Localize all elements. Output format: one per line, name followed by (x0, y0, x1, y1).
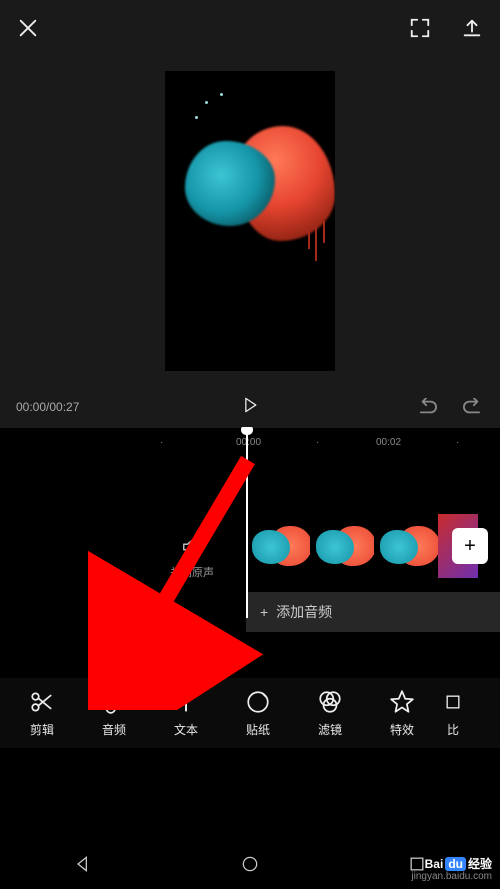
circle-home-icon (240, 854, 260, 874)
tool-label: 音频 (102, 721, 126, 738)
fullscreen-button[interactable] (408, 16, 432, 40)
redo-button[interactable] (460, 395, 484, 419)
watermark: Baidu经验 jingyan.baidu.com (411, 857, 492, 883)
star-icon (389, 689, 415, 715)
upload-icon (461, 17, 483, 39)
add-audio-label: 添加音频 (276, 602, 332, 622)
tool-effects[interactable]: 特效 (366, 689, 438, 738)
mute-label: 关闭原声 (170, 564, 214, 580)
tool-bar: 剪辑 音频 文本 (0, 678, 500, 748)
filter-icon (317, 689, 343, 715)
undo-button[interactable] (416, 395, 440, 419)
playback-bar: 00:00/00:27 (0, 386, 500, 428)
tool-filter[interactable]: 滤镜 (294, 689, 366, 738)
tool-audio[interactable]: 音频 (78, 689, 150, 738)
tool-edit[interactable]: 剪辑 (6, 689, 78, 738)
plus-icon: + (260, 604, 268, 620)
clip-thumb (246, 514, 310, 578)
timeline-area[interactable]: · 00:00 · 00:02 · 关闭原声 + + 添加音频 (0, 428, 500, 748)
preview-frame[interactable] (165, 71, 335, 371)
tool-sticker[interactable]: 贴纸 (222, 689, 294, 738)
mute-original-button[interactable]: 关闭原声 (170, 536, 214, 580)
redo-icon (461, 398, 483, 416)
tool-label: 剪辑 (30, 721, 54, 738)
clip-thumb (310, 514, 374, 578)
tool-text[interactable]: 文本 (150, 689, 222, 738)
tool-label: 滤镜 (318, 721, 342, 738)
music-note-icon (101, 689, 127, 715)
add-audio-track[interactable]: + 添加音频 (246, 592, 500, 632)
tool-label: 贴纸 (246, 721, 270, 738)
preview-area (0, 56, 500, 386)
plus-icon: + (464, 535, 476, 558)
undo-icon (417, 398, 439, 416)
play-icon (240, 395, 260, 415)
text-icon (173, 689, 199, 715)
play-button[interactable] (240, 395, 260, 420)
crop-icon (443, 689, 463, 715)
system-nav-bar: Baidu经验 jingyan.baidu.com (0, 843, 500, 889)
close-button[interactable] (16, 16, 40, 40)
close-icon (17, 17, 39, 39)
playhead[interactable] (246, 428, 248, 618)
tool-label: 文本 (174, 721, 198, 738)
speaker-icon (180, 536, 204, 558)
tool-ratio[interactable]: 比 (438, 689, 468, 738)
export-button[interactable] (460, 16, 484, 40)
tool-label: 比 (447, 721, 459, 738)
nav-home-button[interactable] (240, 854, 260, 879)
nav-back-button[interactable] (73, 854, 93, 879)
time-display: 00:00/00:27 (16, 400, 79, 414)
sticker-icon (245, 689, 271, 715)
triangle-back-icon (73, 854, 93, 874)
clip-thumb (374, 514, 438, 578)
tool-label: 特效 (390, 721, 414, 738)
scissors-icon (29, 689, 55, 715)
fullscreen-icon (409, 17, 431, 39)
add-clip-button[interactable]: + (452, 528, 488, 564)
top-bar (0, 0, 500, 56)
